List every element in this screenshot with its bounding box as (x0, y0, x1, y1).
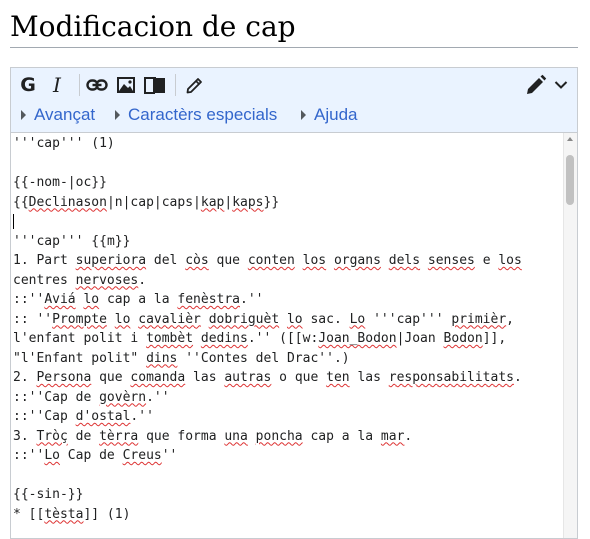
italic-button[interactable]: I (44, 73, 70, 97)
tab-special-characters-label: Caractèrs especials (128, 105, 278, 124)
image-button[interactable] (113, 73, 139, 97)
text-line[interactable]: ::''Lo Cap de Creus'' (13, 446, 565, 466)
text-line[interactable]: {{-sin-}} (13, 485, 565, 505)
edit-mode-button[interactable] (523, 73, 549, 97)
text-line[interactable]: :: ''Prompte lo cavalièr dobriguèt lo sa… (13, 310, 565, 330)
text-line[interactable] (13, 212, 565, 232)
text-line[interactable]: 3. Tròç de tèrra que forma una poncha ca… (13, 427, 565, 447)
edit-mode-dropdown[interactable] (549, 73, 573, 97)
wikitext-editor: G I Avançat Caractèrs especials Ajuda ''… (10, 67, 578, 539)
reference-button[interactable] (142, 73, 168, 97)
editor-toolbar: G I Avançat Caractèrs especials Ajuda (11, 68, 577, 133)
text-line[interactable]: {{-nom-|oc}} (13, 173, 565, 193)
tab-help[interactable]: Ajuda (301, 105, 357, 125)
expand-arrow-icon (21, 110, 26, 120)
toolbar-tabs-row: Avançat Caractèrs especials Ajuda (11, 104, 577, 130)
signature-icon (186, 78, 202, 94)
text-line[interactable]: centres nervoses. (13, 271, 565, 291)
tab-help-label: Ajuda (314, 105, 358, 124)
toolbar-separator (175, 74, 176, 96)
text-line[interactable]: 2. Persona que comanda las autras o que … (13, 368, 565, 388)
scroll-up-icon[interactable] (567, 137, 573, 141)
link-icon (86, 79, 108, 91)
scrollbar-thumb[interactable] (566, 155, 574, 205)
wikitext-textarea[interactable]: '''cap''' (1) {{-nom-|oc}} {{Declinason|n|… (11, 133, 565, 539)
text-line[interactable]: ::''Cap de govèrn.'' (13, 388, 565, 408)
text-line[interactable]: "l'Enfant polit" dins ''Contes del Drac'… (13, 349, 565, 369)
text-line[interactable]: 1. Part superiora del còs que conten los… (13, 251, 565, 271)
text-line[interactable]: '''cap''' (1) (13, 134, 565, 154)
reference-icon (144, 77, 165, 94)
image-icon (117, 77, 135, 93)
edit-mode-icon (527, 74, 547, 94)
text-line[interactable]: '''cap''' {{m}} (13, 232, 565, 252)
link-button[interactable] (84, 73, 110, 97)
tab-special-characters[interactable]: Caractèrs especials (115, 105, 277, 125)
text-line[interactable]: l'enfant polit i tombèt dedins.'' ([[w:J… (13, 329, 565, 349)
text-line[interactable]: * [[tèsta]] (1) (13, 505, 565, 525)
chevron-down-icon (554, 81, 568, 89)
text-line[interactable] (13, 524, 565, 539)
text-line[interactable]: ::''Aviá lo cap a la fenèstra.'' (13, 290, 565, 310)
toolbar-separator (79, 74, 80, 96)
toolbar-main-row: G I (11, 68, 577, 102)
text-caret (13, 214, 14, 229)
tab-advanced-label: Avançat (34, 105, 96, 124)
expand-arrow-icon (301, 110, 306, 120)
expand-arrow-icon (115, 110, 120, 120)
textarea-scrollbar[interactable] (563, 133, 577, 538)
text-line[interactable]: {{Declinason|n|cap|caps|kap|kaps}} (13, 193, 565, 213)
signature-button[interactable] (182, 73, 208, 97)
tab-advanced[interactable]: Avançat (21, 105, 95, 125)
text-line[interactable] (13, 154, 565, 174)
bold-button[interactable]: G (15, 73, 41, 97)
page-title: Modificacion de cap (10, 8, 578, 48)
text-line[interactable]: ::''Cap d'ostal.'' (13, 407, 565, 427)
text-line[interactable] (13, 466, 565, 486)
